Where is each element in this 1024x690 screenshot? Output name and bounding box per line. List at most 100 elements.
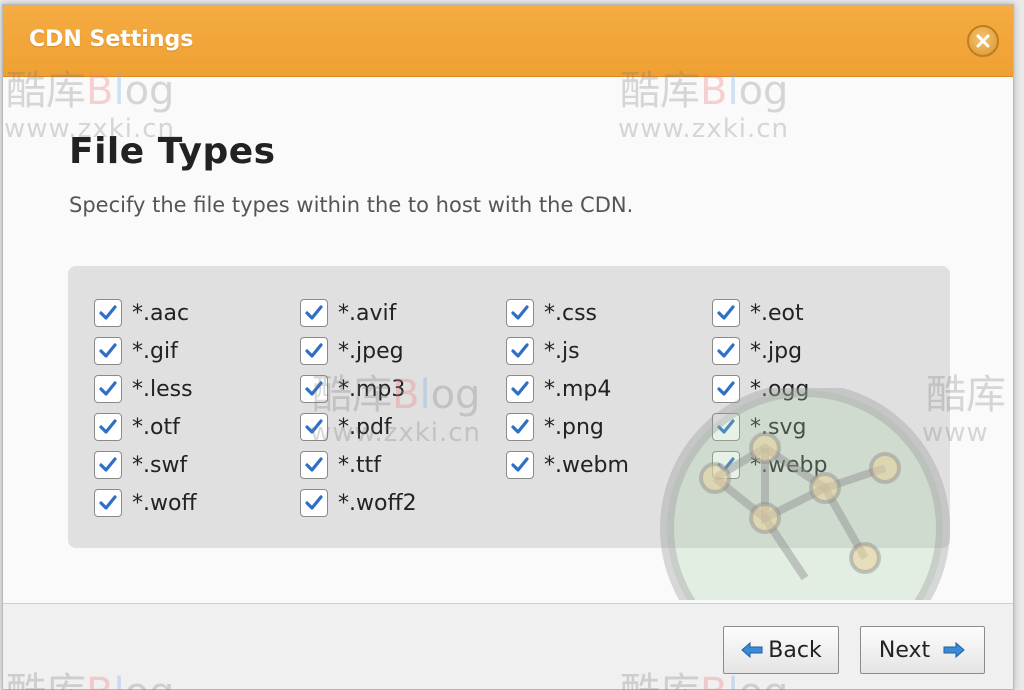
file-type-checkbox[interactable]: *.ttf — [300, 450, 506, 480]
checkmark-icon — [305, 419, 323, 434]
file-type-checkbox[interactable]: *.woff2 — [300, 488, 506, 518]
checkmark-icon — [99, 457, 117, 472]
file-type-label: *.png — [544, 414, 604, 440]
checkbox[interactable] — [94, 337, 122, 365]
checkbox[interactable] — [94, 375, 122, 403]
file-type-checkbox[interactable]: *.png — [506, 412, 712, 442]
checkbox[interactable] — [506, 375, 534, 403]
checkbox[interactable] — [300, 337, 328, 365]
file-type-label: *.less — [132, 376, 193, 402]
checkbox[interactable] — [712, 413, 740, 441]
file-type-checkbox[interactable]: *.pdf — [300, 412, 506, 442]
file-type-checkbox[interactable]: *.gif — [94, 336, 300, 366]
dialog-title: CDN Settings — [29, 27, 194, 52]
checkbox[interactable] — [506, 451, 534, 479]
cdn-settings-dialog: CDN Settings File Types Specify the file… — [2, 4, 1014, 690]
close-button[interactable] — [967, 25, 999, 57]
file-type-label: *.ttf — [338, 452, 381, 478]
checkbox[interactable] — [300, 489, 328, 517]
close-icon — [976, 34, 990, 48]
file-type-label: *.ogg — [750, 376, 810, 402]
file-type-checkbox[interactable]: *.webp — [712, 450, 918, 480]
next-button-label: Next — [878, 637, 931, 663]
checkmark-icon — [305, 495, 323, 510]
file-type-checkbox[interactable]: *.ogg — [712, 374, 918, 404]
checkmark-icon — [305, 457, 323, 472]
file-type-checkbox[interactable]: *.otf — [94, 412, 300, 442]
file-type-label: *.pdf — [338, 414, 392, 440]
file-type-checkbox[interactable]: *.avif — [300, 298, 506, 328]
file-type-checkbox[interactable]: *.woff — [94, 488, 300, 518]
checkbox[interactable] — [712, 337, 740, 365]
checkbox[interactable] — [712, 299, 740, 327]
checkbox[interactable] — [506, 299, 534, 327]
file-type-checkbox[interactable]: *.svg — [712, 412, 918, 442]
checkbox[interactable] — [94, 451, 122, 479]
back-button-label: Back — [768, 637, 822, 663]
file-type-label: *.gif — [132, 338, 178, 364]
file-type-label: *.avif — [338, 300, 397, 326]
file-type-label: *.jpg — [750, 338, 803, 364]
file-type-checkbox[interactable]: *.mp3 — [300, 374, 506, 404]
back-button[interactable]: Back — [723, 626, 839, 674]
file-type-checkbox[interactable]: *.eot — [712, 298, 918, 328]
file-type-checkbox[interactable]: *.swf — [94, 450, 300, 480]
file-type-label: *.woff2 — [338, 490, 417, 516]
checkmark-icon — [99, 419, 117, 434]
file-types-panel: *.aac *.avif *.css *.eot *.gif *.jpeg *.js *.jp… — [68, 266, 950, 548]
checkmark-icon — [717, 343, 735, 358]
checkbox[interactable] — [94, 299, 122, 327]
checkmark-icon — [717, 419, 735, 434]
file-type-label: *.webm — [544, 452, 629, 478]
checkbox[interactable] — [300, 413, 328, 441]
file-type-checkbox[interactable]: *.jpg — [712, 336, 918, 366]
checkmark-icon — [717, 305, 735, 320]
dialog-footer: Back Next — [3, 603, 1013, 689]
checkmark-icon — [511, 305, 529, 320]
checkbox[interactable] — [94, 489, 122, 517]
next-button[interactable]: Next — [860, 626, 985, 674]
checkmark-icon — [99, 343, 117, 358]
checkbox[interactable] — [300, 451, 328, 479]
file-type-label: *.swf — [132, 452, 188, 478]
checkbox[interactable] — [300, 299, 328, 327]
file-types-grid: *.aac *.avif *.css *.eot *.gif *.jpeg *.js *.jp… — [94, 298, 950, 518]
checkbox[interactable] — [506, 337, 534, 365]
checkbox[interactable] — [300, 375, 328, 403]
checkmark-icon — [99, 381, 117, 396]
file-type-label: *.js — [544, 338, 580, 364]
file-type-label: *.mp3 — [338, 376, 406, 402]
checkbox[interactable] — [712, 451, 740, 479]
file-type-label: *.mp4 — [544, 376, 612, 402]
file-type-checkbox[interactable]: *.js — [506, 336, 712, 366]
file-type-label: *.woff — [132, 490, 197, 516]
file-type-label: *.jpeg — [338, 338, 404, 364]
checkmark-icon — [99, 495, 117, 510]
file-type-label: *.css — [544, 300, 598, 326]
file-type-checkbox[interactable]: *.css — [506, 298, 712, 328]
file-type-checkbox[interactable]: *.webm — [506, 450, 712, 480]
file-type-label: *.eot — [750, 300, 804, 326]
checkmark-icon — [305, 343, 323, 358]
file-type-label: *.aac — [132, 300, 190, 326]
arrow-right-icon — [943, 641, 965, 659]
file-type-label: *.otf — [132, 414, 180, 440]
checkmark-icon — [305, 305, 323, 320]
file-type-checkbox[interactable]: *.less — [94, 374, 300, 404]
page-description: Specify the file types within the to hos… — [69, 193, 634, 217]
checkbox[interactable] — [506, 413, 534, 441]
checkmark-icon — [511, 419, 529, 434]
checkbox[interactable] — [94, 413, 122, 441]
checkmark-icon — [717, 457, 735, 472]
checkmark-icon — [511, 343, 529, 358]
file-type-checkbox[interactable]: *.mp4 — [506, 374, 712, 404]
dialog-titlebar[interactable]: CDN Settings — [3, 5, 1013, 77]
checkmark-icon — [511, 457, 529, 472]
arrow-left-icon — [741, 641, 763, 659]
checkbox[interactable] — [712, 375, 740, 403]
file-type-label: *.webp — [750, 452, 828, 478]
checkmark-icon — [717, 381, 735, 396]
checkmark-icon — [511, 381, 529, 396]
file-type-checkbox[interactable]: *.aac — [94, 298, 300, 328]
file-type-checkbox[interactable]: *.jpeg — [300, 336, 506, 366]
